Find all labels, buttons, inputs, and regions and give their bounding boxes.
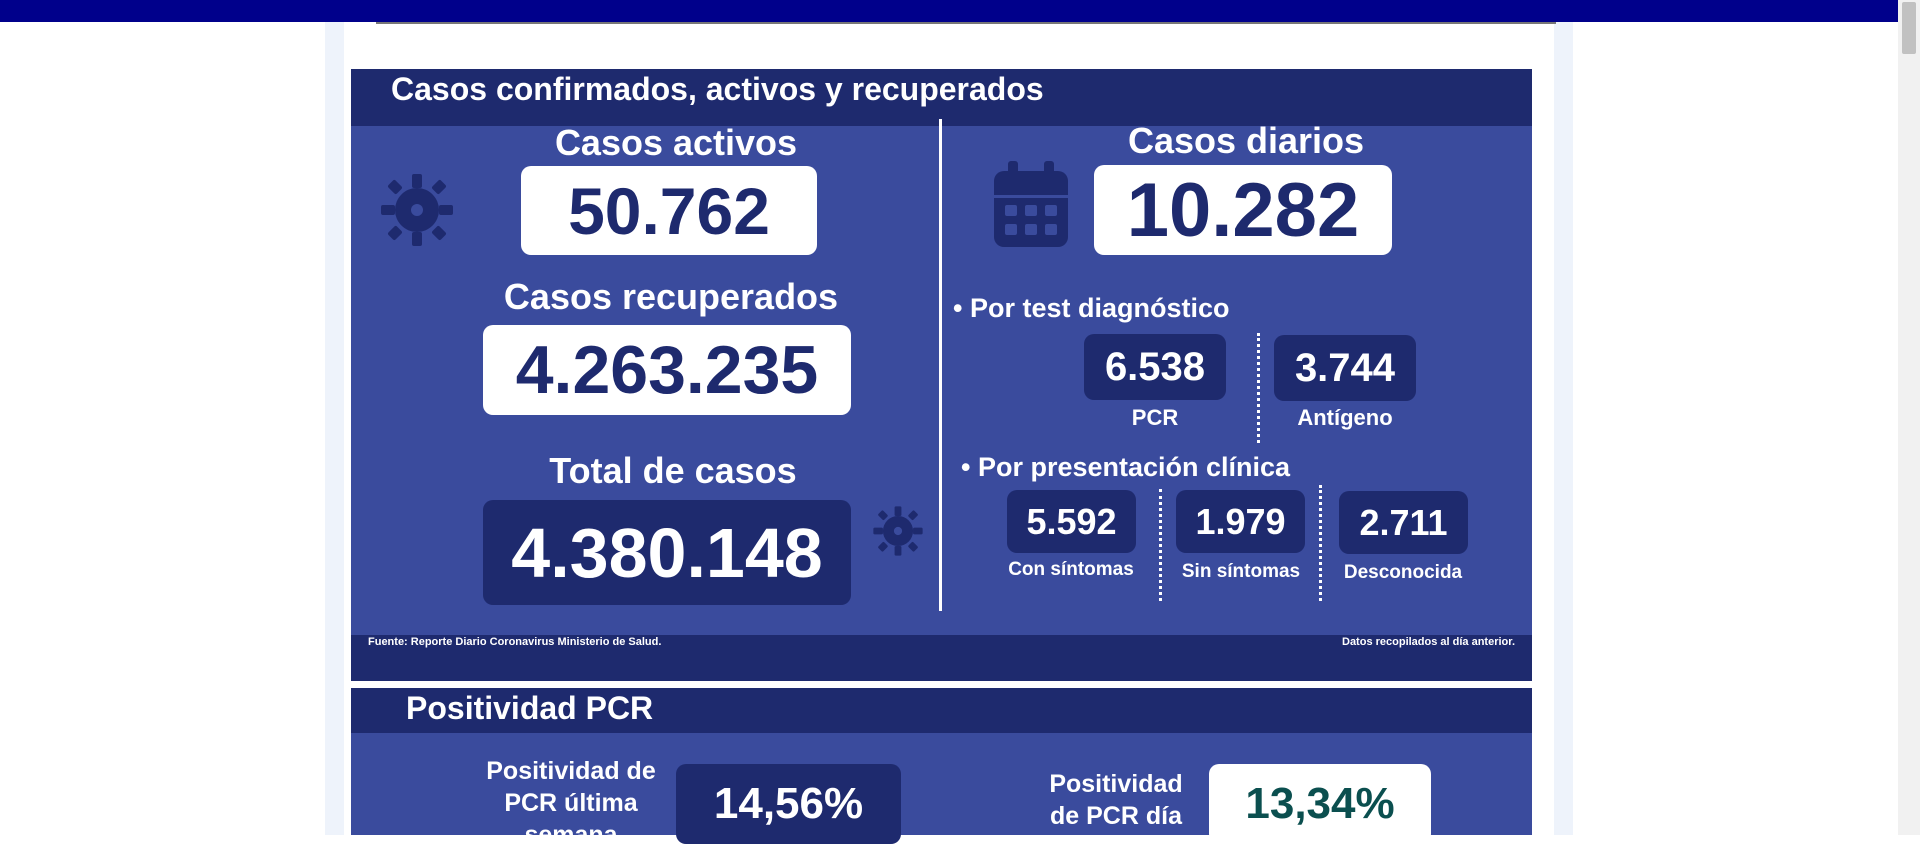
test-divider <box>1257 333 1260 443</box>
recovered-cases-label: Casos recuperados <box>503 276 839 317</box>
virus-small-icon <box>873 506 923 556</box>
week-label-line-1: Positividad de <box>486 757 656 785</box>
day-positivity-value: 13,34% <box>1209 764 1431 844</box>
no-symptoms-value: 1.979 <box>1176 490 1305 553</box>
antigen-label: Antígeno <box>1297 405 1393 430</box>
calendar-icon <box>994 161 1068 247</box>
positivity-panel: Positividad PCR Positividad de PCR últim… <box>351 688 1532 849</box>
week-label-line-3: semana <box>524 821 618 849</box>
unknown-label: Desconocida <box>1343 562 1463 583</box>
clinical-divider-2 <box>1319 485 1322 601</box>
unknown-value: 2.711 <box>1339 491 1468 554</box>
day-label-line-1: Positividad <box>1049 770 1183 798</box>
cases-panel: Casos confirmados, activos y recuperados… <box>351 69 1532 681</box>
collected-note: Datos recopilados al día anterior. <box>1342 636 1515 648</box>
pcr-value: 6.538 <box>1084 334 1226 400</box>
top-bar <box>0 0 1898 22</box>
total-cases-label: Total de casos <box>549 450 797 491</box>
antigen-value: 3.744 <box>1274 335 1416 401</box>
cases-panel-title: Casos confirmados, activos y recuperados <box>391 71 1044 107</box>
by-clinical-label: • Por presentación clínica <box>961 452 1291 482</box>
positivity-panel-title: Positividad PCR <box>406 690 654 726</box>
symptoms-label: Con síntomas <box>1008 559 1134 580</box>
source-note: Fuente: Reporte Diario Coronavirus Minis… <box>368 636 662 648</box>
positivity-panel-header: Positividad PCR <box>351 688 1532 733</box>
daily-cases-label: Casos diarios <box>1127 120 1365 161</box>
clinical-divider-1 <box>1159 489 1162 601</box>
symptoms-value: 5.592 <box>1007 490 1136 553</box>
week-positivity-value: 14,56% <box>676 764 901 844</box>
week-positivity-label: Positividad de PCR última semana <box>466 755 676 851</box>
total-cases-value: 4.380.148 <box>483 500 851 605</box>
day-positivity-label: Positividad de PCR día <box>1026 768 1206 832</box>
recovered-cases-value: 4.263.235 <box>483 325 851 415</box>
cases-panel-footer: Fuente: Reporte Diario Coronavirus Minis… <box>351 635 1532 681</box>
no-symptoms-label: Sin síntomas <box>1181 561 1301 582</box>
active-cases-value: 50.762 <box>521 166 817 255</box>
vertical-scrollbar[interactable] <box>1898 0 1920 835</box>
by-test-label: • Por test diagnóstico <box>953 293 1230 323</box>
week-label-line-2: PCR última <box>504 789 638 817</box>
cases-panel-header: Casos confirmados, activos y recuperados <box>351 69 1532 126</box>
day-label-line-2: de PCR día <box>1050 802 1182 830</box>
active-cases-label: Casos activos <box>554 122 798 163</box>
virus-icon <box>381 174 453 246</box>
column-divider <box>939 119 942 611</box>
daily-cases-value: 10.282 <box>1094 165 1392 255</box>
pcr-label: PCR <box>1131 405 1179 430</box>
horizontal-rule <box>376 22 1556 24</box>
scrollbar-thumb[interactable] <box>1902 2 1916 54</box>
